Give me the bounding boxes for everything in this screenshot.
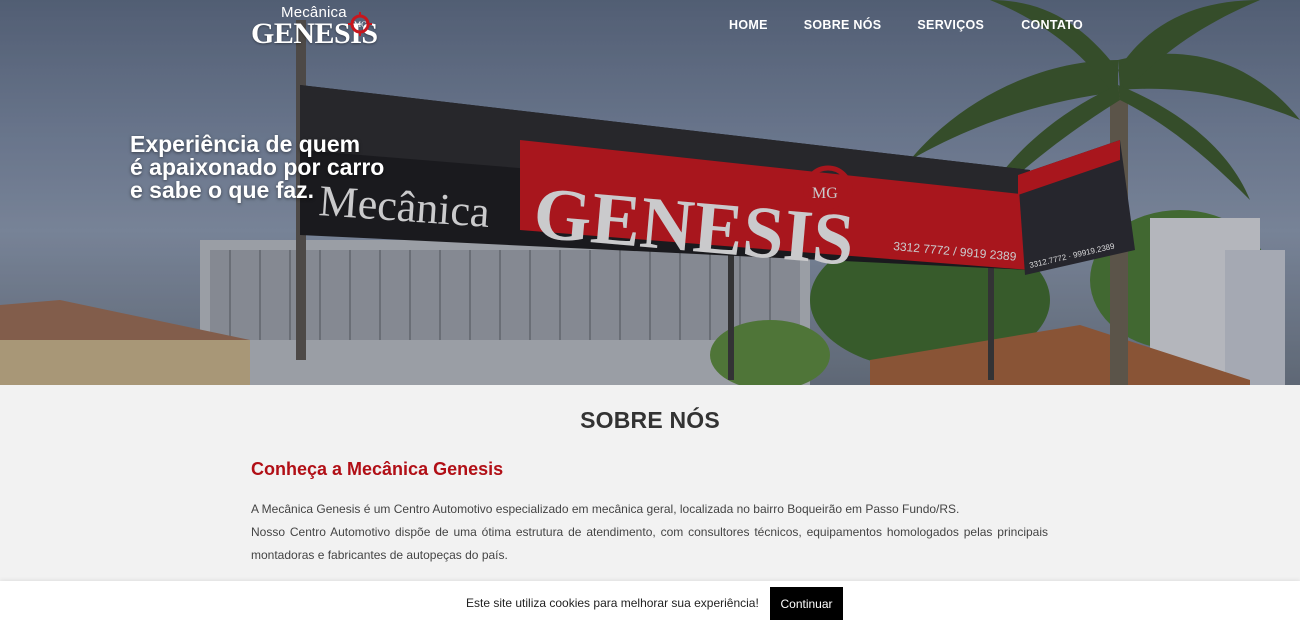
about-subheading: Conheça a Mecânica Genesis [251, 459, 504, 479]
nav-servicos[interactable]: SERVIÇOS [917, 18, 984, 32]
hero-banner: Mecânica GENESIS MG 3312 7772 / 9919 238… [0, 0, 1300, 385]
logo-gear-icon: MG [348, 12, 372, 36]
logo-badge: MG [354, 20, 367, 29]
main-nav: HOME SOBRE NÓS SERVIÇOS CONTATO [729, 18, 1083, 32]
cookie-bar: Este site utiliza cookies para melhorar … [0, 581, 1300, 625]
hero-title-line-1: Experiência de quem [130, 131, 361, 157]
site-logo[interactable]: Mecânica GENESIS MG [251, 4, 381, 50]
hero-title-line-2: é apaixonado por carro [130, 154, 385, 180]
about-paragraph-2: Nosso Centro Automotivo dispõe de uma ót… [251, 525, 1048, 562]
nav-contato[interactable]: CONTATO [1021, 18, 1083, 32]
nav-sobre-nos[interactable]: SOBRE NÓS [804, 18, 882, 32]
about-heading: SOBRE NÓS [580, 407, 720, 433]
about-paragraph-1: A Mecânica Genesis é um Centro Automotiv… [251, 502, 960, 516]
cookie-message: Este site utiliza cookies para melhorar … [466, 596, 759, 610]
hero-title: Experiência de quem é apaixonado por car… [130, 133, 410, 202]
hero-title-line-3: e sabe o que faz. [130, 177, 315, 203]
nav-home[interactable]: HOME [729, 18, 768, 32]
cookie-continue-button[interactable]: Continuar [770, 587, 843, 620]
